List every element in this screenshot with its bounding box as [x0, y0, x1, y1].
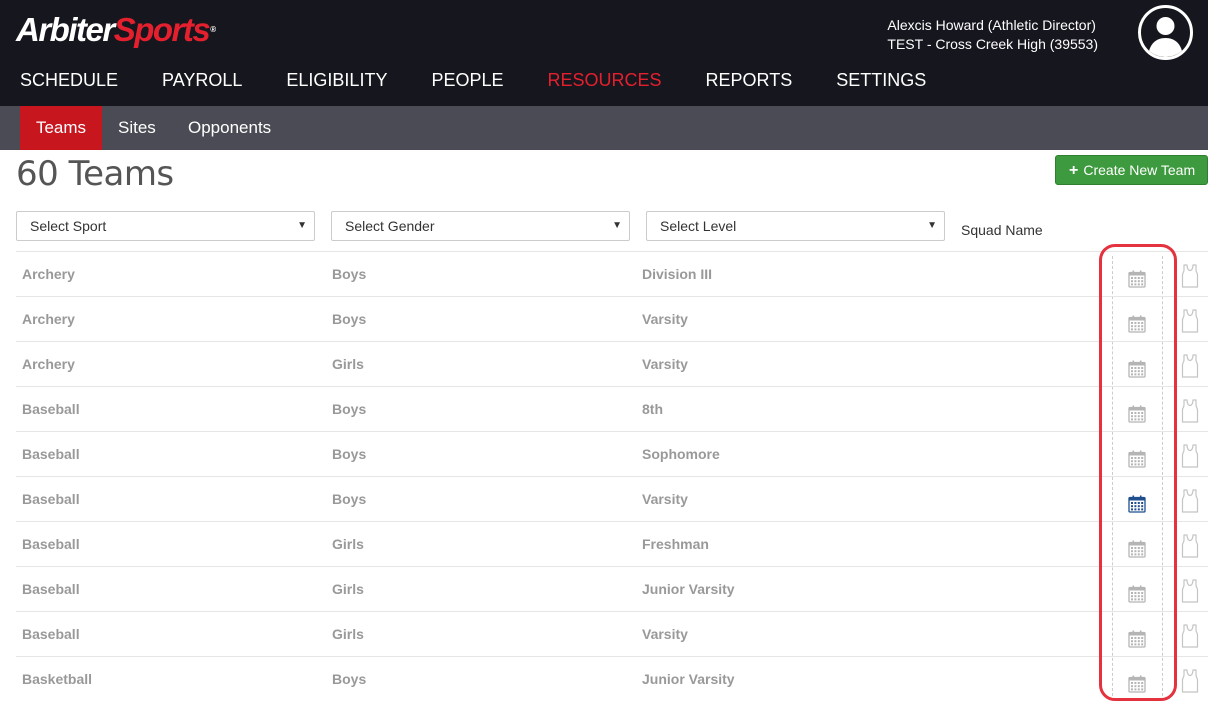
- table-row[interactable]: Archery Boys Varsity: [16, 296, 1208, 341]
- team-level-cell: Varsity: [642, 491, 688, 507]
- nav-eligibility-label: ELIGIBILITY: [286, 70, 388, 90]
- team-gender-cell: Boys: [332, 491, 367, 507]
- subnav-sites-label: Sites: [118, 118, 156, 137]
- jersey-icon[interactable]: [1181, 399, 1199, 423]
- team-gender-cell: Boys: [332, 446, 367, 462]
- team-gender-cell: Boys: [332, 266, 367, 282]
- team-sport-cell: Baseball: [22, 491, 80, 507]
- table-row[interactable]: Baseball Girls Freshman: [16, 521, 1208, 566]
- nav-people-label: PEOPLE: [431, 70, 504, 90]
- table-row[interactable]: Baseball Boys Sophomore: [16, 431, 1208, 476]
- select-level-value: Select Level: [660, 218, 737, 234]
- nav-settings[interactable]: SETTINGS: [836, 66, 948, 106]
- jersey-icon[interactable]: [1181, 264, 1199, 288]
- main-nav: SCHEDULE PAYROLL ELIGIBILITY PEOPLE RESO…: [0, 66, 970, 118]
- team-sport-cell: Baseball: [22, 446, 80, 462]
- jersey-icon[interactable]: [1181, 354, 1199, 378]
- dropdown-arrow-icon: ▼: [297, 220, 307, 231]
- table-row[interactable]: Baseball Girls Junior Varsity: [16, 566, 1208, 611]
- plus-icon: +: [1069, 162, 1079, 179]
- team-level-cell: Junior Varsity: [642, 581, 735, 597]
- user-organization: TEST - Cross Creek High (39553): [887, 36, 1098, 52]
- jersey-icon[interactable]: [1181, 624, 1199, 648]
- subnav-teams-label: Teams: [35, 118, 87, 137]
- nav-schedule-label: SCHEDULE: [20, 70, 119, 90]
- logo-text-part1: Arbiter: [16, 11, 115, 48]
- team-gender-cell: Girls: [332, 581, 364, 597]
- page-title: 60 Teams: [16, 154, 174, 194]
- table-row[interactable]: Baseball Boys 8th: [16, 386, 1208, 431]
- team-sport-cell: Baseball: [22, 581, 80, 597]
- highlight-annotation: [1099, 244, 1177, 701]
- jersey-icon[interactable]: [1181, 669, 1199, 693]
- nav-reports[interactable]: REPORTS: [706, 66, 815, 106]
- create-new-team-label: Create New Team: [1083, 162, 1196, 178]
- team-level-cell: Junior Varsity: [642, 671, 735, 687]
- dropdown-arrow-icon: ▼: [612, 220, 622, 231]
- subnav-opponents[interactable]: Opponents: [188, 106, 271, 150]
- team-level-cell: Varsity: [642, 626, 688, 642]
- subnav-opponents-label: Opponents: [188, 118, 272, 137]
- team-gender-cell: Girls: [332, 626, 364, 642]
- sub-nav: Teams Sites Opponents: [0, 106, 1208, 150]
- select-level-dropdown[interactable]: Select Level ▼: [646, 211, 945, 241]
- table-row[interactable]: Archery Girls Varsity: [16, 341, 1208, 386]
- arbitersports-logo[interactable]: ArbiterSports®: [16, 10, 216, 50]
- nav-people[interactable]: PEOPLE: [431, 66, 525, 106]
- nav-reports-label: REPORTS: [705, 70, 793, 90]
- nav-payroll[interactable]: PAYROLL: [162, 66, 264, 106]
- jersey-icon[interactable]: [1181, 444, 1199, 468]
- team-sport-cell: Archery: [22, 311, 75, 327]
- team-level-cell: Sophomore: [642, 446, 720, 462]
- team-gender-cell: Girls: [332, 536, 364, 552]
- team-sport-cell: Baseball: [22, 401, 80, 417]
- select-sport-value: Select Sport: [30, 218, 107, 234]
- team-gender-cell: Girls: [332, 356, 364, 372]
- table-row[interactable]: Basketball Boys Junior Varsity: [16, 656, 1208, 701]
- top-header: ArbiterSports® Alexcis Howard (Athletic …: [0, 0, 1208, 118]
- team-gender-cell: Boys: [332, 311, 367, 327]
- team-level-cell: Varsity: [642, 356, 688, 372]
- create-new-team-button[interactable]: + Create New Team: [1055, 155, 1208, 185]
- jersey-icon[interactable]: [1181, 579, 1199, 603]
- user-avatar-icon[interactable]: [1138, 5, 1193, 60]
- team-gender-cell: Boys: [332, 671, 367, 687]
- jersey-icon[interactable]: [1181, 489, 1199, 513]
- user-name-role: Alexcis Howard (Athletic Director): [887, 17, 1096, 33]
- team-sport-cell: Basketball: [22, 671, 93, 687]
- team-level-cell: 8th: [642, 401, 663, 417]
- team-sport-cell: Archery: [22, 266, 75, 282]
- select-gender-dropdown[interactable]: Select Gender ▼: [331, 211, 630, 241]
- table-row[interactable]: Archery Boys Division III: [16, 251, 1208, 296]
- jersey-icon[interactable]: [1181, 309, 1199, 333]
- dropdown-arrow-icon: ▼: [927, 220, 937, 231]
- nav-resources[interactable]: RESOURCES: [547, 66, 684, 118]
- team-level-cell: Freshman: [642, 536, 709, 552]
- teams-table: Archery Boys Division III Archery Boys Varsi…: [16, 251, 1208, 701]
- team-level-cell: Division III: [642, 266, 713, 282]
- table-row[interactable]: Baseball Boys Varsity: [16, 476, 1208, 521]
- logo-trademark: ®: [210, 25, 217, 34]
- table-row[interactable]: Baseball Girls Varsity: [16, 611, 1208, 656]
- team-sport-cell: Archery: [22, 356, 75, 372]
- subnav-teams[interactable]: Teams: [20, 106, 102, 150]
- subnav-sites[interactable]: Sites: [118, 106, 156, 150]
- team-sport-cell: Baseball: [22, 626, 80, 642]
- nav-schedule[interactable]: SCHEDULE: [20, 66, 140, 106]
- team-sport-cell: Baseball: [22, 536, 80, 552]
- team-level-cell: Varsity: [642, 311, 688, 327]
- nav-eligibility[interactable]: ELIGIBILITY: [286, 66, 409, 106]
- user-info: Alexcis Howard (Athletic Director) TEST …: [887, 16, 1098, 54]
- team-gender-cell: Boys: [332, 401, 367, 417]
- select-gender-value: Select Gender: [345, 218, 435, 234]
- nav-settings-label: SETTINGS: [836, 70, 927, 90]
- nav-resources-label: RESOURCES: [547, 70, 662, 90]
- nav-payroll-label: PAYROLL: [162, 70, 243, 90]
- logo-text-part2: Sports: [113, 11, 211, 48]
- jersey-icon[interactable]: [1181, 534, 1199, 558]
- select-sport-dropdown[interactable]: Select Sport ▼: [16, 211, 315, 241]
- squad-name-column-header: Squad Name: [961, 222, 1043, 238]
